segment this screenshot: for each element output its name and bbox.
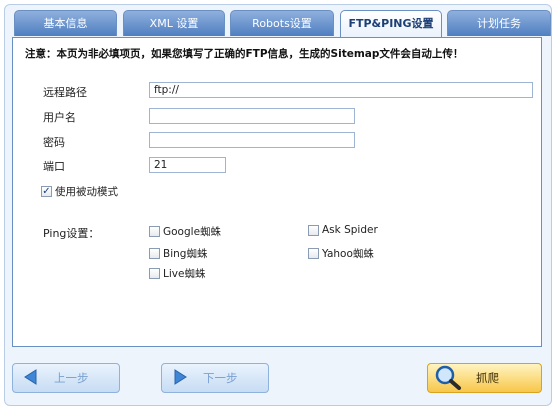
password-label: 密码 xyxy=(43,136,65,149)
ping-option-live[interactable]: Live蜘蛛 xyxy=(149,266,205,281)
next-step-label: 下一步 xyxy=(203,371,238,385)
ping-option-bing[interactable]: Bing蜘蛛 xyxy=(149,246,207,261)
tab-robots-settings[interactable]: Robots设置 xyxy=(230,10,334,36)
ping-option-google[interactable]: Google蜘蛛 xyxy=(149,224,221,239)
next-step-button[interactable]: 下一步 xyxy=(161,363,269,393)
username-input[interactable] xyxy=(149,108,355,124)
port-label: 端口 xyxy=(43,160,65,173)
passive-mode-checkbox[interactable]: ✓ xyxy=(41,186,52,197)
ping-bing-label: Bing蜘蛛 xyxy=(163,248,208,260)
prev-step-button[interactable]: 上一步 xyxy=(12,363,120,393)
notice-text: 注意：本页为非必填项页，如果您填写了正确的FTP信息，生成的Sitemap文件会… xyxy=(25,48,464,60)
ping-yahoo-label: Yahoo蜘蛛 xyxy=(322,248,374,260)
ping-settings-label: Ping设置： xyxy=(43,227,100,240)
remote-path-label: 远程路径 xyxy=(43,86,87,99)
remote-path-input[interactable] xyxy=(149,82,533,98)
ping-live-label: Live蜘蛛 xyxy=(163,268,206,280)
port-input[interactable] xyxy=(149,157,226,173)
crawl-button[interactable]: 抓爬 xyxy=(427,363,542,393)
passive-mode-label: 使用被动模式 xyxy=(55,186,118,198)
ping-bing-checkbox[interactable] xyxy=(149,248,160,259)
ping-ask-checkbox[interactable] xyxy=(308,224,319,236)
arrow-right-icon xyxy=(171,368,189,389)
ping-ask-label: Ask Spider xyxy=(322,224,378,236)
tab-ftp-ping-settings[interactable]: FTP&PING设置 xyxy=(340,10,442,39)
ping-yahoo-checkbox[interactable] xyxy=(308,248,319,259)
settings-panel: 注意：本页为非必填项页，如果您填写了正确的FTP信息，生成的Sitemap文件会… xyxy=(12,37,542,347)
crawl-label: 抓爬 xyxy=(476,371,499,385)
magnifier-icon xyxy=(434,364,462,393)
password-input[interactable] xyxy=(149,132,355,148)
ping-option-yahoo[interactable]: Yahoo蜘蛛 xyxy=(308,246,374,261)
tab-basic-info[interactable]: 基本信息 xyxy=(14,10,117,36)
ping-live-checkbox[interactable] xyxy=(149,268,160,279)
passive-mode-option[interactable]: ✓ 使用被动模式 xyxy=(41,184,118,199)
username-label: 用户名 xyxy=(43,111,76,124)
arrow-left-icon xyxy=(22,368,40,389)
prev-step-label: 上一步 xyxy=(54,371,89,385)
ping-option-ask[interactable]: Ask Spider xyxy=(308,224,378,236)
ping-google-label: Google蜘蛛 xyxy=(163,226,222,238)
tab-xml-settings[interactable]: XML 设置 xyxy=(123,10,225,36)
tab-scheduled-tasks[interactable]: 计划任务 xyxy=(447,10,551,36)
ping-google-checkbox[interactable] xyxy=(149,226,160,237)
